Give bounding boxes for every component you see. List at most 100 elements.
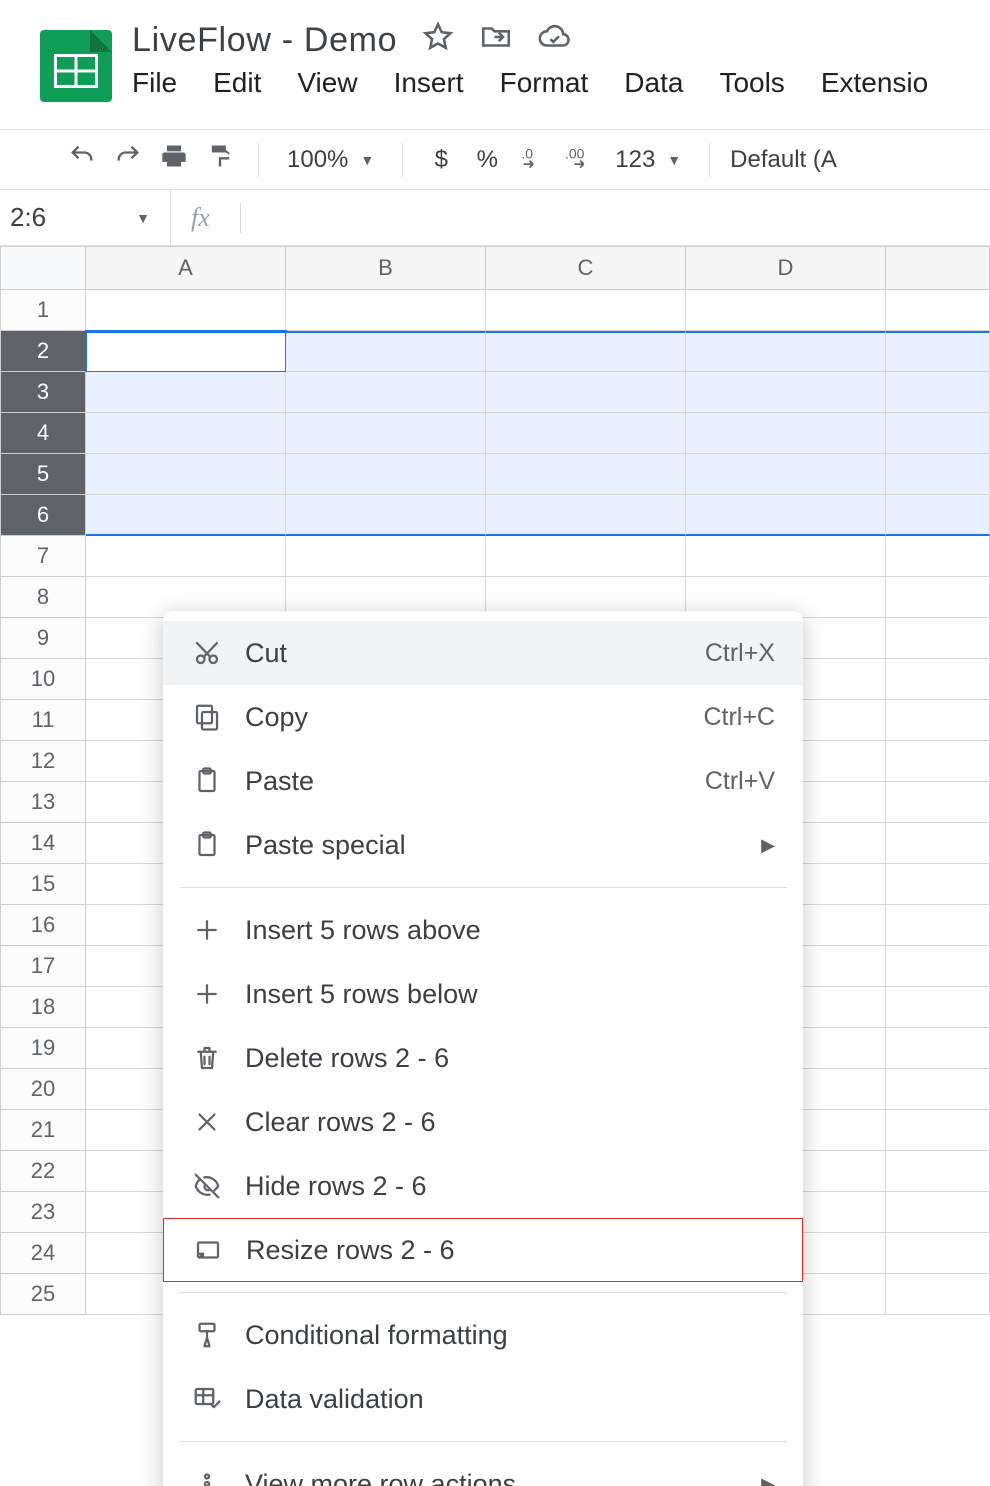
cell[interactable]: [886, 1069, 990, 1110]
cell[interactable]: [286, 536, 486, 577]
row-header[interactable]: 24: [0, 1233, 86, 1274]
row-header[interactable]: 19: [0, 1028, 86, 1069]
context-menu-item[interactable]: Insert 5 rows above: [163, 898, 803, 962]
row-header[interactable]: 17: [0, 946, 86, 987]
cell[interactable]: [686, 454, 886, 495]
cell[interactable]: [286, 454, 486, 495]
col-header[interactable]: C: [486, 246, 686, 290]
row-header[interactable]: 12: [0, 741, 86, 782]
row-header[interactable]: 10: [0, 659, 86, 700]
row-header[interactable]: 20: [0, 1069, 86, 1110]
row-header[interactable]: 14: [0, 823, 86, 864]
cell[interactable]: [886, 372, 990, 413]
row-header[interactable]: 3: [0, 372, 86, 413]
col-header[interactable]: D: [686, 246, 886, 290]
cell[interactable]: [286, 331, 486, 372]
cell[interactable]: [886, 1110, 990, 1151]
menu-edit[interactable]: Edit: [213, 67, 261, 99]
row-header[interactable]: 6: [0, 495, 86, 536]
col-header[interactable]: B: [286, 246, 486, 290]
cell[interactable]: [686, 536, 886, 577]
cell[interactable]: [886, 331, 990, 372]
row-header[interactable]: 13: [0, 782, 86, 823]
redo-button[interactable]: [110, 142, 146, 177]
row-header[interactable]: 15: [0, 864, 86, 905]
cell[interactable]: [286, 495, 486, 536]
name-box[interactable]: 2:6▼: [0, 202, 170, 233]
cell[interactable]: [286, 290, 486, 331]
row-header[interactable]: 4: [0, 413, 86, 454]
row-header[interactable]: 1: [0, 290, 86, 331]
cell[interactable]: [486, 290, 686, 331]
cell[interactable]: [886, 864, 990, 905]
row-header[interactable]: 16: [0, 905, 86, 946]
menu-extensions[interactable]: Extensio: [821, 67, 928, 99]
cell[interactable]: [886, 1192, 990, 1233]
cell[interactable]: [86, 413, 286, 454]
cell[interactable]: [886, 946, 990, 987]
context-menu-item[interactable]: Delete rows 2 - 6: [163, 1026, 803, 1090]
row-header[interactable]: 11: [0, 700, 86, 741]
row-header[interactable]: 9: [0, 618, 86, 659]
cell[interactable]: [486, 536, 686, 577]
cell[interactable]: [886, 782, 990, 823]
increase-decimal-button[interactable]: .00: [561, 142, 597, 177]
cell[interactable]: [686, 495, 886, 536]
cell[interactable]: [886, 290, 990, 331]
cell[interactable]: [886, 1233, 990, 1274]
zoom-dropdown[interactable]: 100%▼: [279, 146, 382, 174]
menu-tools[interactable]: Tools: [719, 67, 784, 99]
row-header[interactable]: 5: [0, 454, 86, 495]
cell[interactable]: [886, 1151, 990, 1192]
context-menu-item[interactable]: View more row actions▶: [163, 1452, 803, 1486]
cell[interactable]: [686, 331, 886, 372]
cell[interactable]: [486, 413, 686, 454]
row-header[interactable]: 23: [0, 1192, 86, 1233]
currency-button[interactable]: $: [423, 146, 459, 174]
context-menu-item[interactable]: CutCtrl+X: [163, 621, 803, 685]
cell[interactable]: [86, 495, 286, 536]
cell[interactable]: [886, 618, 990, 659]
context-menu-item[interactable]: PasteCtrl+V: [163, 749, 803, 813]
context-menu-item[interactable]: Paste special▶: [163, 813, 803, 877]
cell[interactable]: [886, 577, 990, 618]
print-button[interactable]: [156, 142, 192, 177]
select-all-corner[interactable]: [0, 246, 86, 290]
cell[interactable]: [86, 290, 286, 331]
cell[interactable]: [86, 536, 286, 577]
cell[interactable]: [486, 454, 686, 495]
row-header[interactable]: 2: [0, 331, 86, 372]
cell[interactable]: [86, 331, 286, 372]
star-icon[interactable]: [421, 20, 455, 61]
cell[interactable]: [886, 454, 990, 495]
context-menu-item[interactable]: Conditional formatting: [163, 1303, 803, 1367]
cell[interactable]: [286, 413, 486, 454]
row-header[interactable]: 7: [0, 536, 86, 577]
menu-view[interactable]: View: [297, 67, 357, 99]
move-folder-icon[interactable]: [479, 20, 513, 61]
context-menu-item[interactable]: CopyCtrl+C: [163, 685, 803, 749]
num-format-dropdown[interactable]: 123▼: [607, 146, 689, 174]
cell[interactable]: [686, 413, 886, 454]
menu-file[interactable]: File: [132, 67, 177, 99]
cell[interactable]: [86, 454, 286, 495]
menu-data[interactable]: Data: [624, 67, 683, 99]
row-header[interactable]: 21: [0, 1110, 86, 1151]
col-header[interactable]: [886, 246, 990, 290]
paint-format-button[interactable]: [202, 142, 238, 177]
context-menu-item[interactable]: Resize rows 2 - 6: [163, 1218, 803, 1282]
row-header[interactable]: 8: [0, 577, 86, 618]
cell[interactable]: [886, 413, 990, 454]
cloud-status-icon[interactable]: [537, 20, 571, 61]
cell[interactable]: [686, 372, 886, 413]
cell[interactable]: [886, 1274, 990, 1315]
context-menu-item[interactable]: Clear rows 2 - 6: [163, 1090, 803, 1154]
menu-format[interactable]: Format: [500, 67, 589, 99]
row-header[interactable]: 25: [0, 1274, 86, 1315]
menu-insert[interactable]: Insert: [394, 67, 464, 99]
cell[interactable]: [886, 987, 990, 1028]
cell[interactable]: [886, 1028, 990, 1069]
cell[interactable]: [86, 372, 286, 413]
cell[interactable]: [886, 495, 990, 536]
font-dropdown[interactable]: Default (A: [730, 146, 837, 174]
